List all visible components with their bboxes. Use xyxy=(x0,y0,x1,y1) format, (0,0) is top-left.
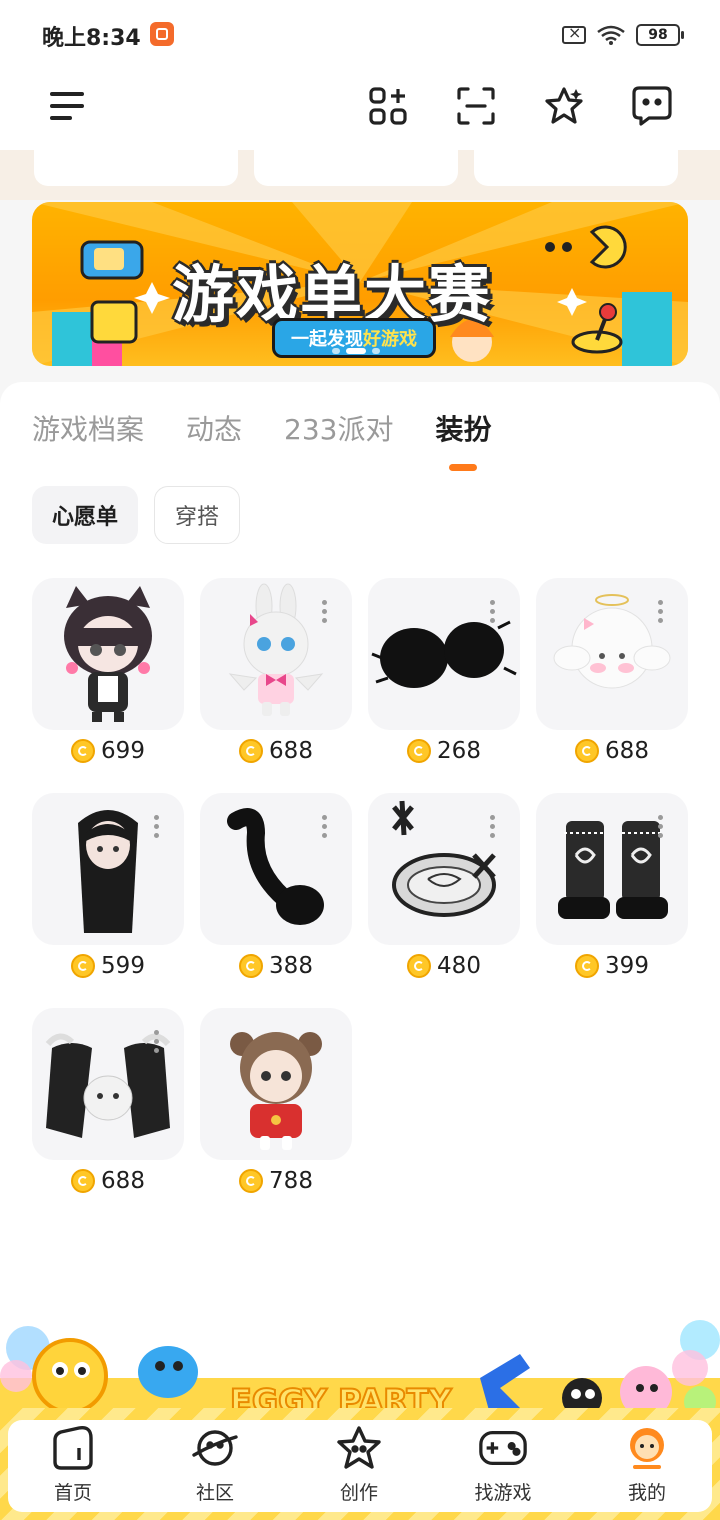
star-create-icon xyxy=(333,1424,385,1472)
sparkle-star-icon[interactable] xyxy=(540,82,588,130)
coin-icon xyxy=(407,739,432,763)
banner-subtitle-highlight: 好游戏 xyxy=(363,329,417,350)
nav-community[interactable]: 社区 xyxy=(160,1424,270,1508)
status-time: 晚上8:34 xyxy=(42,26,141,51)
battery-icon: 98 xyxy=(636,24,684,46)
nav-home-label: 首页 xyxy=(53,1482,92,1504)
item-thumbnail xyxy=(32,793,184,945)
wishlist-item[interactable]: 399 xyxy=(536,793,688,993)
item-thumbnail xyxy=(368,578,520,730)
profile-tabs: 游戏档案 动态 233派对 装扮 xyxy=(32,408,534,471)
nav-community-label: 社区 xyxy=(195,1482,234,1504)
wishlist-chip[interactable]: 心愿单 xyxy=(32,486,139,544)
item-thumbnail xyxy=(200,793,352,945)
wifi-icon xyxy=(597,25,625,45)
coin-icon xyxy=(407,954,432,978)
coin-icon xyxy=(71,739,96,763)
item-thumbnail xyxy=(536,578,688,730)
no-sim-icon xyxy=(562,23,586,44)
nav-find-games[interactable]: 找游戏 xyxy=(448,1424,558,1508)
nav-create-label: 创作 xyxy=(339,1482,378,1504)
item-more-icon[interactable] xyxy=(658,600,664,628)
peek-card[interactable] xyxy=(254,150,458,186)
item-price: 688 xyxy=(32,1168,184,1194)
item-price: 599 xyxy=(32,953,184,979)
banner-pager xyxy=(332,348,380,354)
apps-add-icon[interactable] xyxy=(364,82,412,130)
wishlist-item[interactable]: 688 xyxy=(536,578,688,778)
promo-banner[interactable]: 游戏单大赛 一起发现好游戏 xyxy=(32,202,688,366)
menu-icon[interactable] xyxy=(44,82,92,130)
item-thumbnail xyxy=(200,1008,352,1160)
item-more-icon[interactable] xyxy=(154,1030,160,1058)
gamepad-icon xyxy=(477,1424,529,1472)
coin-icon xyxy=(239,1169,264,1193)
item-price: 788 xyxy=(200,1168,352,1194)
app-notification-icon xyxy=(150,22,174,46)
coin-icon xyxy=(71,1169,96,1193)
wishlist-item[interactable]: 388 xyxy=(200,793,352,993)
nav-home[interactable]: 首页 xyxy=(18,1424,128,1508)
wishlist-item[interactable]: 688 xyxy=(200,578,352,778)
item-more-icon[interactable] xyxy=(322,600,328,628)
item-price: 399 xyxy=(536,953,688,979)
nav-profile[interactable]: 我的 xyxy=(592,1424,702,1508)
wishlist-item[interactable]: 268 xyxy=(368,578,520,778)
tab-party[interactable]: 233派对 xyxy=(284,408,393,452)
message-icon[interactable] xyxy=(628,82,676,130)
item-thumbnail xyxy=(32,578,184,730)
item-price: 480 xyxy=(368,953,520,979)
wishlist-item[interactable]: 699 xyxy=(32,578,184,778)
top-toolbar xyxy=(0,70,720,150)
item-price: 688 xyxy=(200,738,352,764)
item-price: 699 xyxy=(32,738,184,764)
outfits-chip[interactable]: 穿搭 xyxy=(154,486,241,544)
coin-icon xyxy=(239,954,264,978)
dressup-filter-chips: 心愿单 穿搭 xyxy=(32,486,241,544)
peek-card[interactable] xyxy=(34,150,238,186)
wishlist-item[interactable]: 788 xyxy=(200,1008,352,1208)
item-thumbnail xyxy=(32,1008,184,1160)
planet-icon xyxy=(189,1424,241,1472)
item-price: 268 xyxy=(368,738,520,764)
status-bar: 晚上8:34 98 xyxy=(0,0,720,70)
item-price: 388 xyxy=(200,953,352,979)
home-icon xyxy=(47,1424,99,1472)
item-more-icon[interactable] xyxy=(490,600,496,628)
coin-icon xyxy=(71,954,96,978)
peek-cards xyxy=(0,150,720,200)
coin-icon xyxy=(239,739,264,763)
wishlist-item[interactable]: 599 xyxy=(32,793,184,993)
coin-icon xyxy=(575,739,600,763)
item-more-icon[interactable] xyxy=(490,815,496,843)
profile-icon xyxy=(621,1424,673,1472)
tab-feed[interactable]: 动态 xyxy=(186,408,242,452)
item-more-icon[interactable] xyxy=(154,815,160,843)
item-thumbnail xyxy=(536,793,688,945)
tab-game-records[interactable]: 游戏档案 xyxy=(32,408,144,452)
banner-subtitle-prefix: 一起发现 xyxy=(291,329,363,350)
wishlist-item[interactable]: 688 xyxy=(32,1008,184,1208)
nav-find-games-label: 找游戏 xyxy=(474,1482,532,1504)
item-price: 688 xyxy=(536,738,688,764)
scan-icon[interactable] xyxy=(452,82,500,130)
tab-dress-up[interactable]: 装扮 xyxy=(435,408,492,471)
nav-profile-label: 我的 xyxy=(627,1482,666,1504)
nav-create[interactable]: 创作 xyxy=(304,1424,414,1508)
item-thumbnail xyxy=(368,793,520,945)
item-more-icon[interactable] xyxy=(322,815,328,843)
item-thumbnail xyxy=(200,578,352,730)
bottom-nav: 首页 社区 创作 找游戏 我的 xyxy=(8,1420,712,1512)
coin-icon xyxy=(575,954,600,978)
wishlist-item[interactable]: 480 xyxy=(368,793,520,993)
peek-card[interactable] xyxy=(474,150,678,186)
item-more-icon[interactable] xyxy=(658,815,664,843)
